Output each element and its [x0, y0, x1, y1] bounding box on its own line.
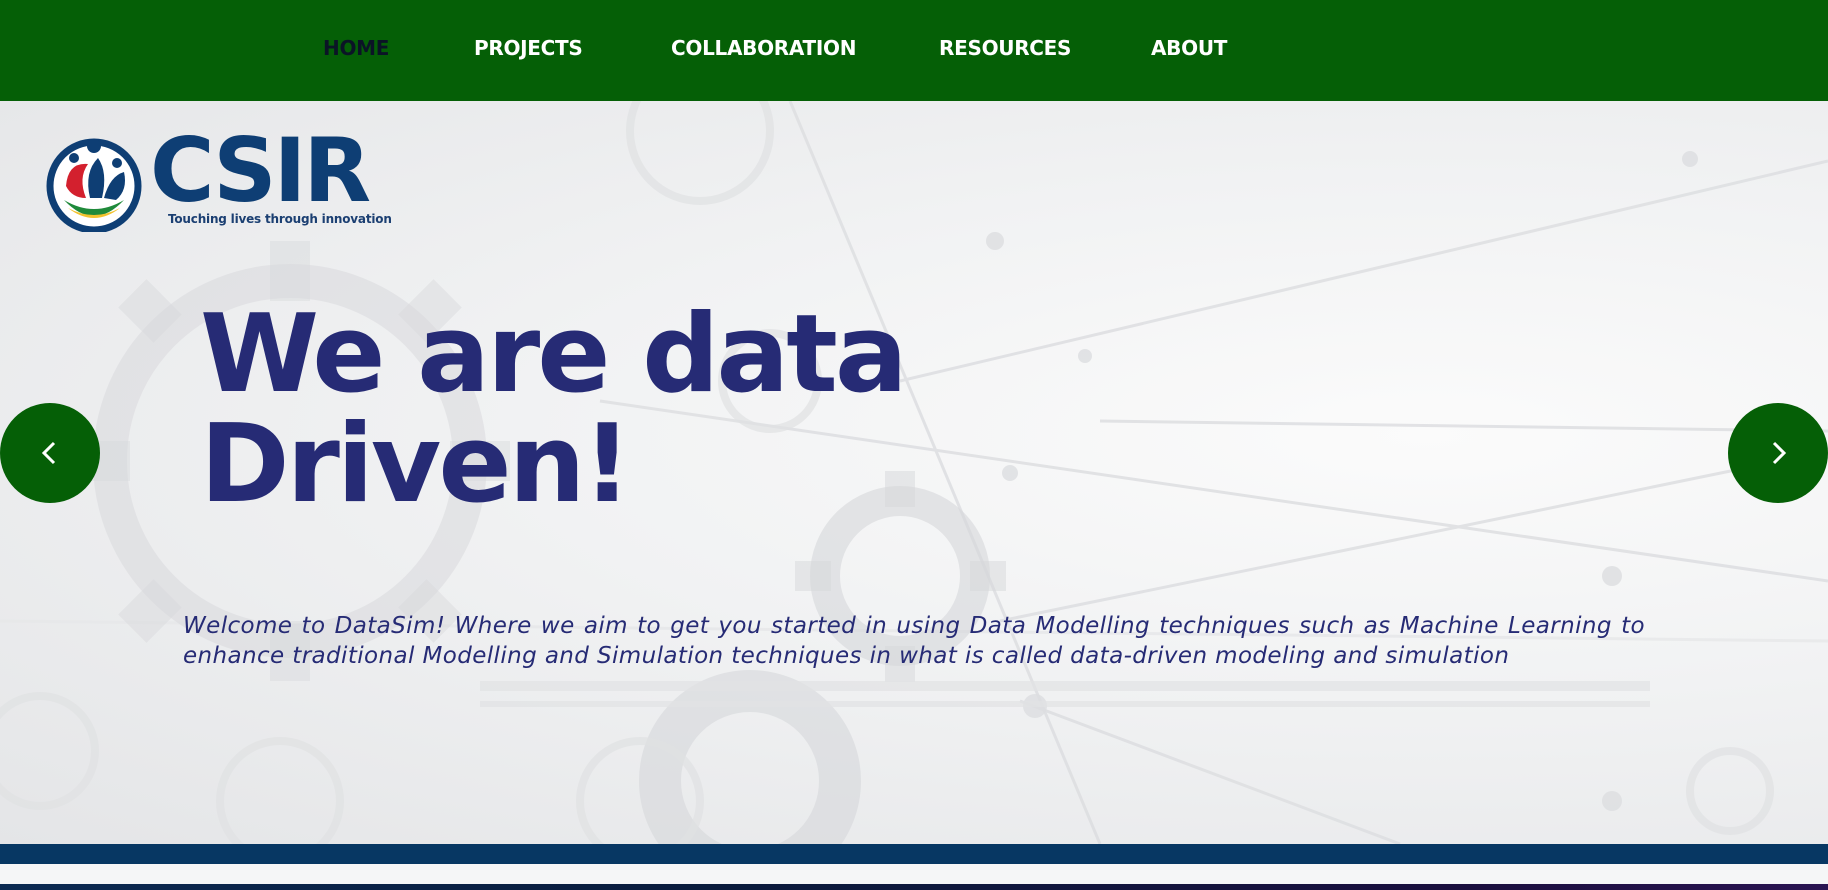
nav-item-collaboration[interactable]: COLLABORATION — [671, 36, 856, 60]
chevron-left-icon — [41, 441, 56, 465]
csir-emblem-icon — [46, 138, 142, 232]
nav-item-home[interactable]: HOME — [323, 36, 389, 60]
hero-headline: We are data Driven! — [200, 300, 1100, 520]
hero-intro-text: Welcome to DataSim! Where we aim to get … — [183, 613, 1645, 669]
divider-gap — [0, 864, 1828, 884]
csir-logo[interactable]: CSIR Touching lives through innovation — [46, 119, 392, 233]
top-navbar: HOME PROJECTS COLLABORATION RESOURCES AB… — [0, 0, 1828, 101]
headline-line-2: Driven! — [200, 402, 632, 527]
nav-item-projects[interactable]: PROJECTS — [474, 36, 583, 60]
headline-line-1: We are data — [200, 292, 908, 417]
divider-band — [0, 844, 1828, 864]
logo-tagline: Touching lives through innovation — [168, 212, 392, 226]
nav-item-resources[interactable]: RESOURCES — [939, 36, 1071, 60]
carousel-next-button[interactable] — [1728, 403, 1828, 503]
logo-wordmark: CSIR — [150, 119, 371, 222]
chevron-right-icon — [1772, 441, 1787, 465]
carousel-prev-button[interactable] — [0, 403, 100, 503]
next-section-edge — [0, 884, 1828, 890]
nav-item-about[interactable]: ABOUT — [1151, 36, 1227, 60]
